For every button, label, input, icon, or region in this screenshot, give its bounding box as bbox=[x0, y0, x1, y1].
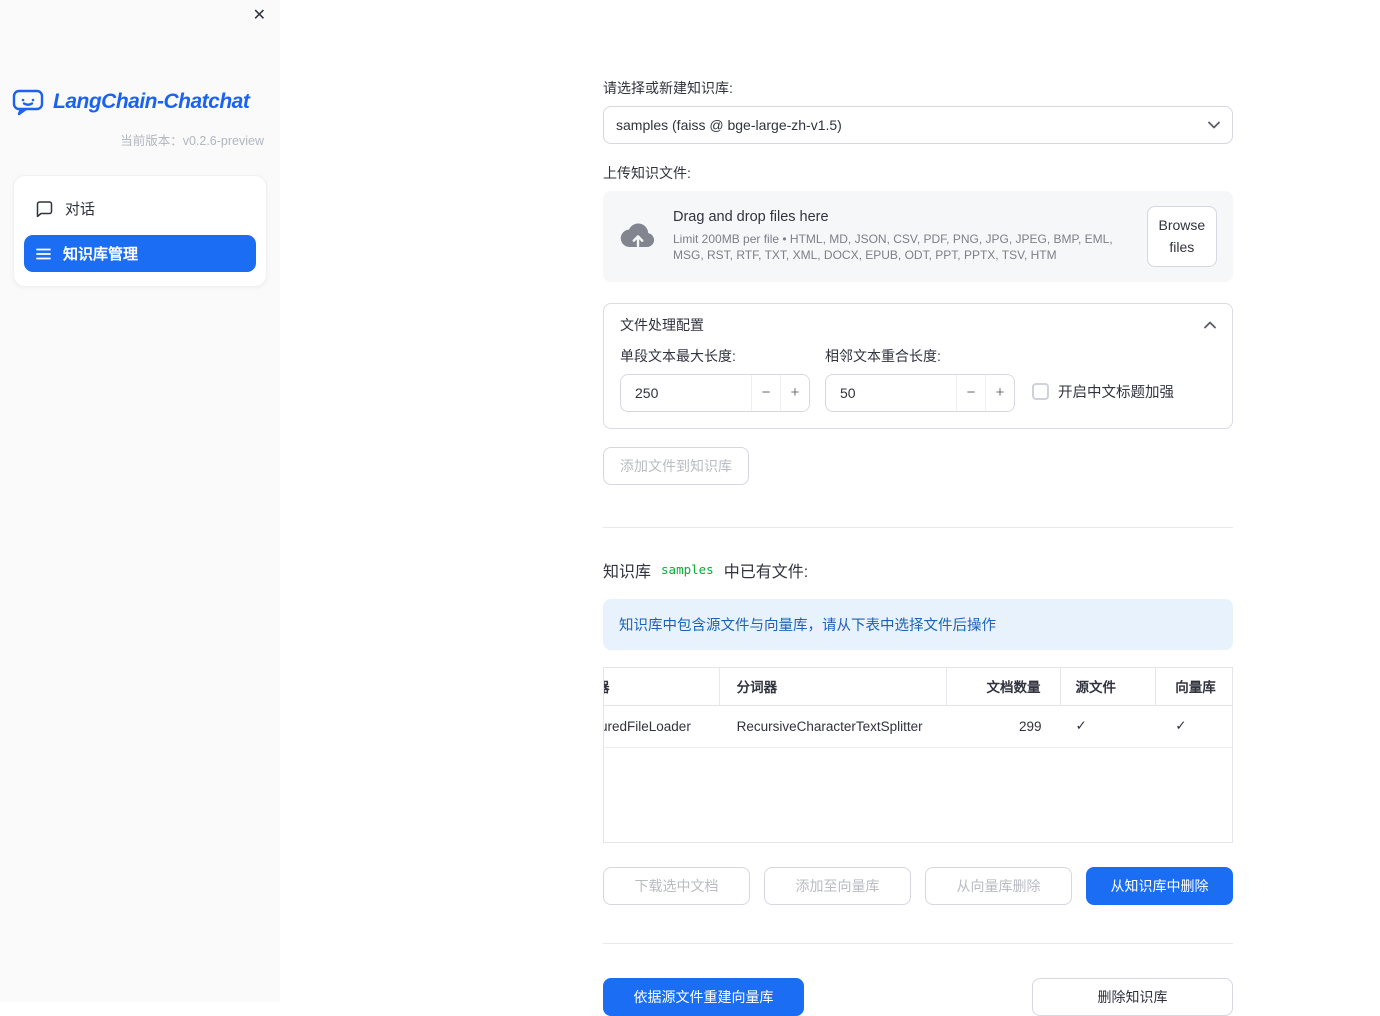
dropzone-hint: Limit 200MB per file • HTML, MD, JSON, C… bbox=[673, 231, 1113, 263]
overlap-size-value[interactable]: 50 bbox=[826, 375, 956, 411]
upload-label: 上传知识文件: bbox=[603, 165, 691, 181]
existing-files-heading: 知识库 samples 中已有文件: bbox=[603, 558, 1233, 582]
rebuild-vector-store-button[interactable]: 依据源文件重建向量库 bbox=[603, 977, 804, 1016]
speech-bubble-icon bbox=[36, 200, 53, 217]
list-icon bbox=[36, 247, 51, 261]
browse-files-button[interactable]: Browse files bbox=[1146, 206, 1217, 267]
heading-prefix: 知识库 bbox=[603, 563, 652, 581]
app-title: LangChain-Chatchat bbox=[53, 90, 250, 113]
add-files-button[interactable]: 添加文件到知识库 bbox=[603, 446, 749, 485]
close-icon[interactable]: ✕ bbox=[253, 8, 266, 24]
plus-button[interactable]: + bbox=[985, 374, 1014, 411]
chunk-size-input: 250 − + bbox=[620, 373, 810, 412]
file-config-expander: 文件处理配置 单段文本最大长度: 250 − + 相邻文本重合长度: 50 − … bbox=[603, 302, 1233, 429]
cloud-upload-icon bbox=[619, 221, 657, 251]
files-table[interactable]: 器 分词器 文档数量 源文件 向量库 uredFileLoader Recurs… bbox=[603, 666, 1233, 843]
column-header-vector-store[interactable]: 向量库 bbox=[1156, 668, 1232, 705]
chevron-down-icon bbox=[1208, 121, 1220, 129]
heading-suffix: 中已有文件: bbox=[723, 563, 809, 581]
table-header-row: 器 分词器 文档数量 源文件 向量库 bbox=[604, 667, 1232, 706]
expander-title: 文件处理配置 bbox=[620, 316, 704, 333]
bottom-action-buttons: 依据源文件重建向量库 删除知识库 bbox=[603, 977, 1233, 1016]
kb-select-label: 请选择或新建知识库: bbox=[603, 80, 733, 96]
cell-source-check: ✓ bbox=[1075, 718, 1087, 734]
kb-name-code: samples bbox=[661, 562, 714, 578]
delete-kb-button[interactable]: 删除知识库 bbox=[1032, 977, 1233, 1016]
cell-loader: uredFileLoader bbox=[604, 718, 691, 734]
overlap-size-label: 相邻文本重合长度: bbox=[825, 347, 941, 364]
cell-splitter: RecursiveCharacterTextSplitter bbox=[736, 718, 923, 734]
download-selected-button[interactable]: 下载选中文档 bbox=[603, 866, 750, 905]
main-area: 请选择或新建知识库: samples (faiss @ bge-large-zh… bbox=[280, 0, 1380, 1016]
delete-from-kb-button[interactable]: 从知识库中删除 bbox=[1086, 866, 1233, 905]
zh-title-checkbox[interactable] bbox=[1032, 382, 1049, 400]
zh-title-checkbox-label: 开启中文标题加强 bbox=[1058, 384, 1174, 401]
file-dropzone[interactable]: Drag and drop files here Limit 200MB per… bbox=[603, 191, 1233, 282]
sidebar-item-label: 对话 bbox=[65, 201, 96, 218]
overlap-size-input: 50 − + bbox=[825, 373, 1015, 412]
sidebar-nav: 对话 知识库管理 bbox=[13, 175, 267, 287]
app-logo: LangChain-Chatchat bbox=[12, 88, 280, 116]
divider bbox=[603, 526, 1233, 528]
table-row[interactable]: uredFileLoader RecursiveCharacterTextSpl… bbox=[604, 706, 1232, 748]
column-header-splitter[interactable]: 分词器 bbox=[720, 667, 947, 705]
column-header-source-file[interactable]: 源文件 bbox=[1061, 667, 1157, 705]
kb-select[interactable]: samples (faiss @ bge-large-zh-v1.5) bbox=[603, 106, 1233, 144]
column-header-doc-count[interactable]: 文档数量 bbox=[947, 667, 1061, 705]
expander-header[interactable]: 文件处理配置 bbox=[604, 304, 1232, 344]
plus-button[interactable]: + bbox=[780, 374, 809, 411]
add-to-vector-store-button[interactable]: 添加至向量库 bbox=[764, 866, 911, 905]
cell-doc-count: 299 bbox=[1018, 718, 1042, 734]
sidebar: ✕ LangChain-Chatchat 当前版本：v0.2.6-preview… bbox=[0, 0, 280, 1002]
table-action-buttons: 下载选中文档 添加至向量库 从向量库删除 从知识库中删除 bbox=[603, 866, 1233, 905]
chunk-size-value[interactable]: 250 bbox=[621, 375, 751, 411]
chat-logo-icon bbox=[12, 88, 44, 116]
minus-button[interactable]: − bbox=[751, 374, 780, 411]
delete-from-vector-store-button[interactable]: 从向量库删除 bbox=[925, 866, 1072, 905]
cell-vector-check: ✓ bbox=[1175, 718, 1187, 734]
divider bbox=[603, 942, 1233, 944]
chunk-size-label: 单段文本最大长度: bbox=[620, 347, 736, 364]
chevron-up-icon bbox=[1204, 321, 1216, 329]
column-header-loader[interactable]: 器 bbox=[604, 667, 720, 705]
sidebar-item-chat[interactable]: 对话 bbox=[24, 190, 256, 227]
info-alert: 知识库中包含源文件与向量库，请从下表中选择文件后操作 bbox=[603, 598, 1233, 650]
sidebar-item-knowledge-base[interactable]: 知识库管理 bbox=[24, 235, 256, 272]
dropzone-title: Drag and drop files here bbox=[673, 208, 829, 225]
minus-button[interactable]: − bbox=[956, 374, 985, 411]
app-version: 当前版本：v0.2.6-preview bbox=[120, 134, 264, 148]
kb-select-value: samples (faiss @ bge-large-zh-v1.5) bbox=[616, 117, 842, 133]
sidebar-item-label: 知识库管理 bbox=[63, 246, 139, 263]
